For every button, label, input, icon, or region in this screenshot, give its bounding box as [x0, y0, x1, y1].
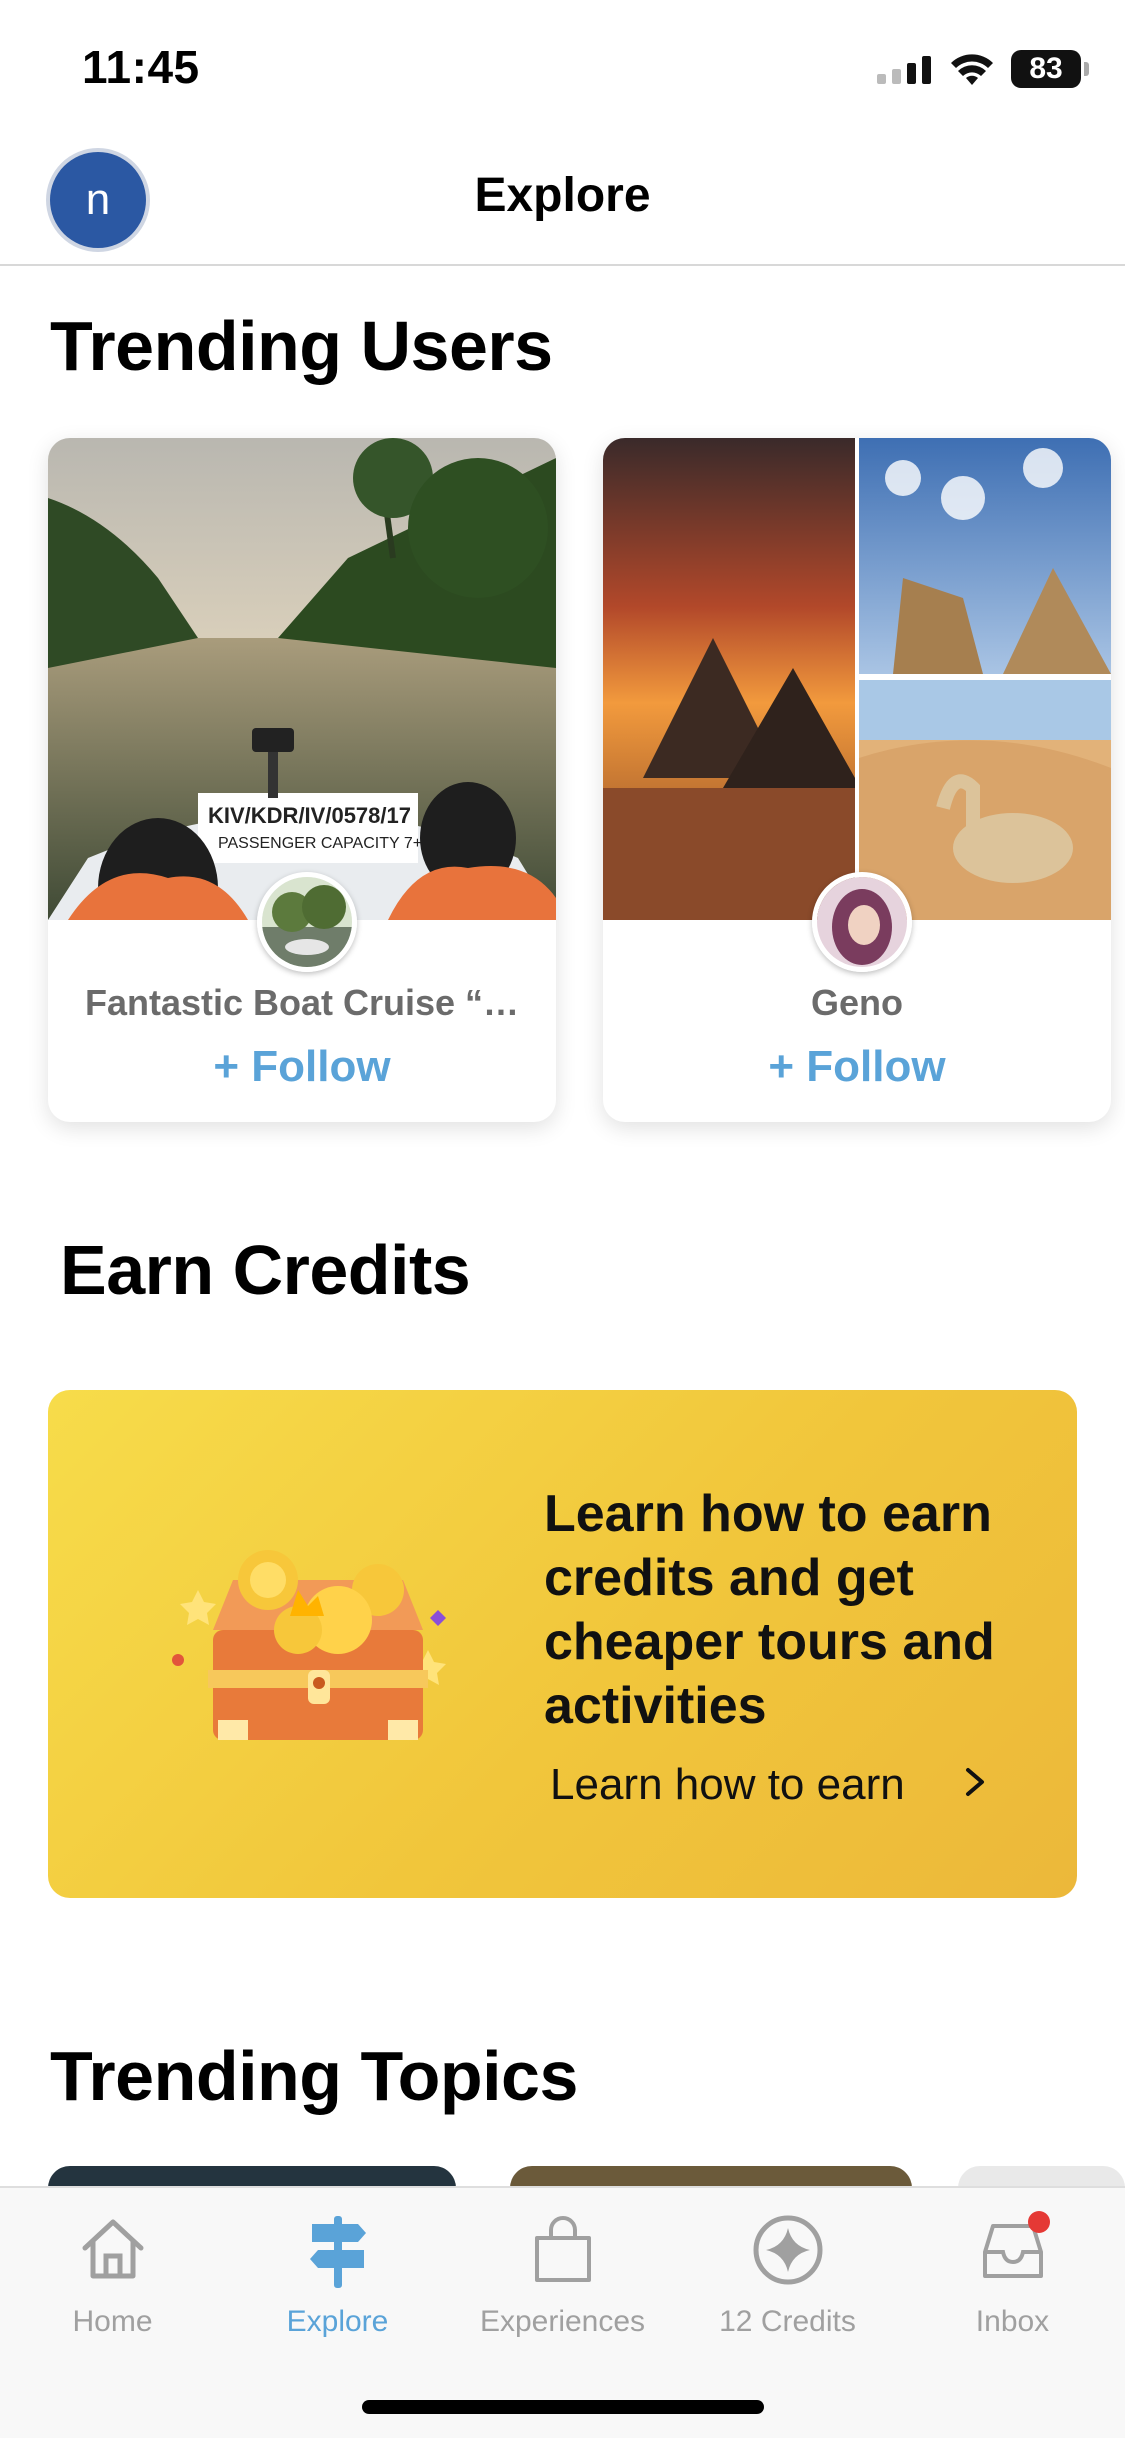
earn-credits-headline: Learn how to earn credits and get cheape… — [544, 1485, 995, 1735]
tab-bar: Home Explore Experiences 12 Credits Inbo… — [0, 2186, 1125, 2438]
header: n Explore — [0, 140, 1125, 266]
home-icon — [82, 2219, 143, 2279]
tab-label: Explore — [286, 2305, 389, 2338]
status-bar: 11:45 83 — [0, 0, 1125, 140]
boat-cruise-cover-image: KIV/KDR/IV/0578/17 PASSENGER CAPACITY 7+… — [48, 438, 556, 920]
egypt-cover-image — [603, 438, 1111, 920]
user-avatar — [257, 872, 357, 972]
tab-credits[interactable]: 12 Credits — [675, 2210, 900, 2340]
page-title: Explore — [474, 169, 651, 222]
tab-inbox[interactable]: Inbox — [900, 2210, 1125, 2340]
tab-label: Inbox — [975, 2305, 1050, 2338]
tab-label: Home — [72, 2305, 153, 2338]
tab-home[interactable]: Home — [0, 2210, 225, 2340]
tab-label: 12 Credits — [719, 2305, 856, 2338]
follow-button[interactable]: + Follow — [603, 1042, 1111, 1092]
credits-star-icon — [753, 2215, 822, 2285]
earn-credits-title: Earn Credits — [60, 1231, 471, 1309]
inbox-icon — [982, 2211, 1050, 2278]
svg-text:KIV/KDR/IV/0578/17: KIV/KDR/IV/0578/17 — [208, 803, 411, 828]
battery-icon: 83 — [1011, 50, 1089, 88]
wifi-icon — [951, 54, 993, 85]
home-indicator — [362, 2400, 764, 2414]
status-time: 11:45 — [82, 41, 200, 93]
tab-label: Experiences — [479, 2305, 646, 2338]
svg-text:PASSENGER CAPACITY 7+1: PASSENGER CAPACITY 7+1 — [218, 835, 431, 852]
battery-level: 83 — [1029, 52, 1063, 85]
user-avatar — [812, 872, 912, 972]
chevron-right-icon — [966, 1768, 984, 1796]
notification-dot — [1027, 2211, 1050, 2233]
user-card[interactable]: KIV/KDR/IV/0578/17 PASSENGER CAPACITY 7+… — [48, 438, 556, 1122]
learn-how-to-earn-link[interactable]: Learn how to earn — [550, 1760, 905, 1810]
tab-explore[interactable]: Explore — [225, 2210, 450, 2340]
user-name: Geno — [810, 982, 903, 1023]
user-card[interactable]: Geno + Follow — [603, 438, 1111, 1122]
follow-button[interactable]: + Follow — [48, 1042, 556, 1092]
treasure-chest-icon — [172, 1550, 446, 1740]
status-icons: 83 — [877, 48, 1089, 90]
earn-credits-banner[interactable]: Learn how to earn credits and get cheape… — [48, 1390, 1077, 1898]
trending-users-title: Trending Users — [50, 307, 553, 385]
trending-topics-title: Trending Topics — [50, 2037, 578, 2115]
tab-experiences[interactable]: Experiences — [450, 2210, 675, 2340]
user-name: Fantastic Boat Cruise “… — [84, 982, 520, 1023]
signpost-icon — [309, 2216, 366, 2288]
cellular-signal-icon — [877, 56, 931, 84]
shopping-bag-icon — [534, 2216, 591, 2282]
